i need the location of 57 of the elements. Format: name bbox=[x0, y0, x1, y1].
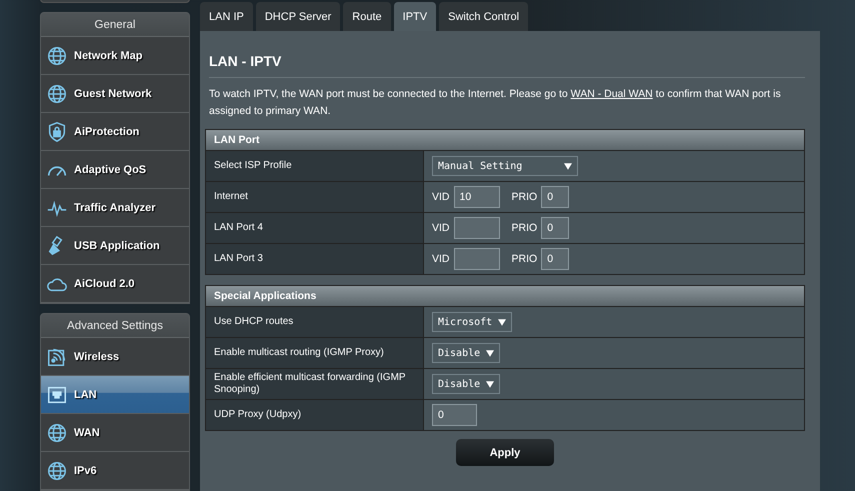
field-label: Enable efficient multicast forwarding (IGMP Snooping) bbox=[206, 369, 424, 399]
vid-label: VID bbox=[432, 253, 450, 265]
sidebar-item[interactable]: Network Map bbox=[41, 37, 189, 75]
field-label: Use DHCP routes bbox=[206, 307, 424, 337]
shield-lock-icon bbox=[46, 120, 68, 142]
dropdown[interactable]: Microsoft bbox=[432, 312, 512, 332]
input-field[interactable]: 0 bbox=[432, 404, 477, 426]
tab[interactable]: Route bbox=[343, 2, 391, 31]
vid-field[interactable] bbox=[454, 248, 500, 270]
apply-button[interactable]: Apply bbox=[456, 439, 554, 466]
globe-icon bbox=[46, 44, 68, 66]
dropdown[interactable]: Manual Setting bbox=[432, 156, 578, 176]
tab[interactable]: DHCP Server bbox=[256, 2, 340, 31]
page-title: LAN - IPTV bbox=[208, 52, 282, 71]
sidebar-item[interactable]: Adaptive QoS bbox=[41, 151, 189, 189]
sidebar-item[interactable]: USB Application bbox=[41, 227, 189, 265]
sidebar-item[interactable]: AiProtection bbox=[41, 113, 189, 151]
vid-field[interactable] bbox=[454, 217, 500, 239]
globe-icon bbox=[46, 422, 68, 444]
description-text: To watch IPTV, the WAN port must be connected to the Internet. Please go to WAN - Dual WAN to confirm that WAN port is assigned to primary WAN. bbox=[209, 87, 782, 119]
field-label: Internet bbox=[206, 182, 424, 212]
tab[interactable]: Switch Control bbox=[439, 2, 528, 31]
globe-icon bbox=[46, 460, 68, 482]
prio-label: PRIO bbox=[512, 253, 538, 265]
tab[interactable]: LAN IP bbox=[200, 2, 253, 31]
dropdown[interactable]: Disable bbox=[432, 343, 500, 363]
prio-label: PRIO bbox=[512, 222, 538, 234]
caret-icon bbox=[486, 350, 494, 356]
vid-field[interactable]: 10 bbox=[454, 186, 500, 208]
caret-icon bbox=[564, 162, 572, 170]
sidebar-item[interactable]: AiCloud 2.0 bbox=[41, 265, 189, 303]
prio-field[interactable]: 0 bbox=[541, 186, 570, 208]
dual-wan-link[interactable]: WAN - Dual WAN bbox=[570, 88, 653, 100]
vid-label: VID bbox=[432, 191, 450, 203]
field-label: LAN Port 4 bbox=[206, 213, 424, 243]
prio-field[interactable]: 0 bbox=[541, 217, 570, 239]
sidebar-item[interactable]: LAN bbox=[41, 376, 189, 414]
vid-label: VID bbox=[432, 222, 450, 234]
menu-group-title: General bbox=[41, 13, 189, 37]
field-label: UDP Proxy (Udpxy) bbox=[206, 400, 424, 430]
menu-group-title: Advanced Settings bbox=[41, 314, 189, 338]
caret-icon bbox=[486, 380, 494, 388]
prio-label: PRIO bbox=[512, 191, 538, 203]
dropdown[interactable]: Disable bbox=[432, 374, 500, 394]
sidebar-item[interactable]: Guest Network bbox=[41, 75, 189, 113]
caret-icon bbox=[498, 318, 506, 326]
section-header: Special Applications bbox=[206, 286, 804, 306]
section-header: LAN Port bbox=[206, 130, 804, 150]
globe-icon bbox=[46, 82, 68, 104]
sidebar-item[interactable]: WAN bbox=[41, 414, 189, 452]
sidebar-item[interactable]: IPv6 bbox=[41, 452, 189, 490]
tab[interactable]: IPTV bbox=[394, 2, 436, 31]
field-label: Select ISP Profile bbox=[206, 151, 424, 181]
field-label: Enable multicast routing (IGMP Proxy) bbox=[206, 338, 424, 368]
sidebar-item[interactable]: Traffic Analyzer bbox=[41, 189, 189, 227]
field-label: LAN Port 3 bbox=[206, 244, 424, 274]
prio-field[interactable]: 0 bbox=[541, 248, 570, 270]
